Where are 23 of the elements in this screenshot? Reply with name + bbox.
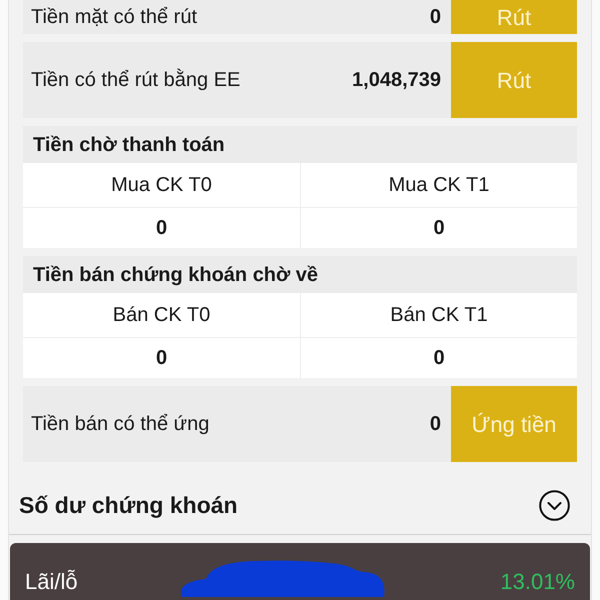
table-header-cell: Mua CK T0: [23, 163, 300, 208]
table-cell-text: 0: [154, 346, 168, 371]
section-title: Tiền bán chứng khoán chờ về: [23, 256, 577, 293]
row-label: Tiền có thể rút bằng EE: [30, 68, 242, 93]
table-header-cell: Bán CK T1: [300, 293, 577, 338]
row-value: 1,048,739: [352, 68, 442, 93]
table-cell-text: 0: [154, 216, 168, 241]
section-heading: Số dư chứng khoán: [19, 490, 238, 520]
table-cell: 0: [300, 208, 577, 248]
section-title: Tiền chờ thanh toán: [23, 126, 577, 163]
row-label: Tiền mặt có thể rút: [30, 5, 198, 30]
chevron-down-icon[interactable]: [539, 490, 570, 520]
row-value: 0: [430, 412, 442, 437]
row-label: Tiền bán có thể ứng: [30, 412, 210, 437]
table-header-cell: Mua CK T1: [300, 163, 577, 208]
profit-value: 13.01%: [500, 568, 575, 596]
action-button[interactable]: Ứng tiền: [451, 386, 577, 462]
withdraw-button[interactable]: Rút: [451, 0, 577, 34]
profit-label: Lãi/lỗ: [25, 568, 78, 596]
row-value: 0: [430, 5, 442, 30]
table-header-cell: Bán CK T0: [23, 293, 300, 338]
table-cell: 0: [300, 338, 577, 378]
action-button[interactable]: Rút: [451, 42, 577, 118]
